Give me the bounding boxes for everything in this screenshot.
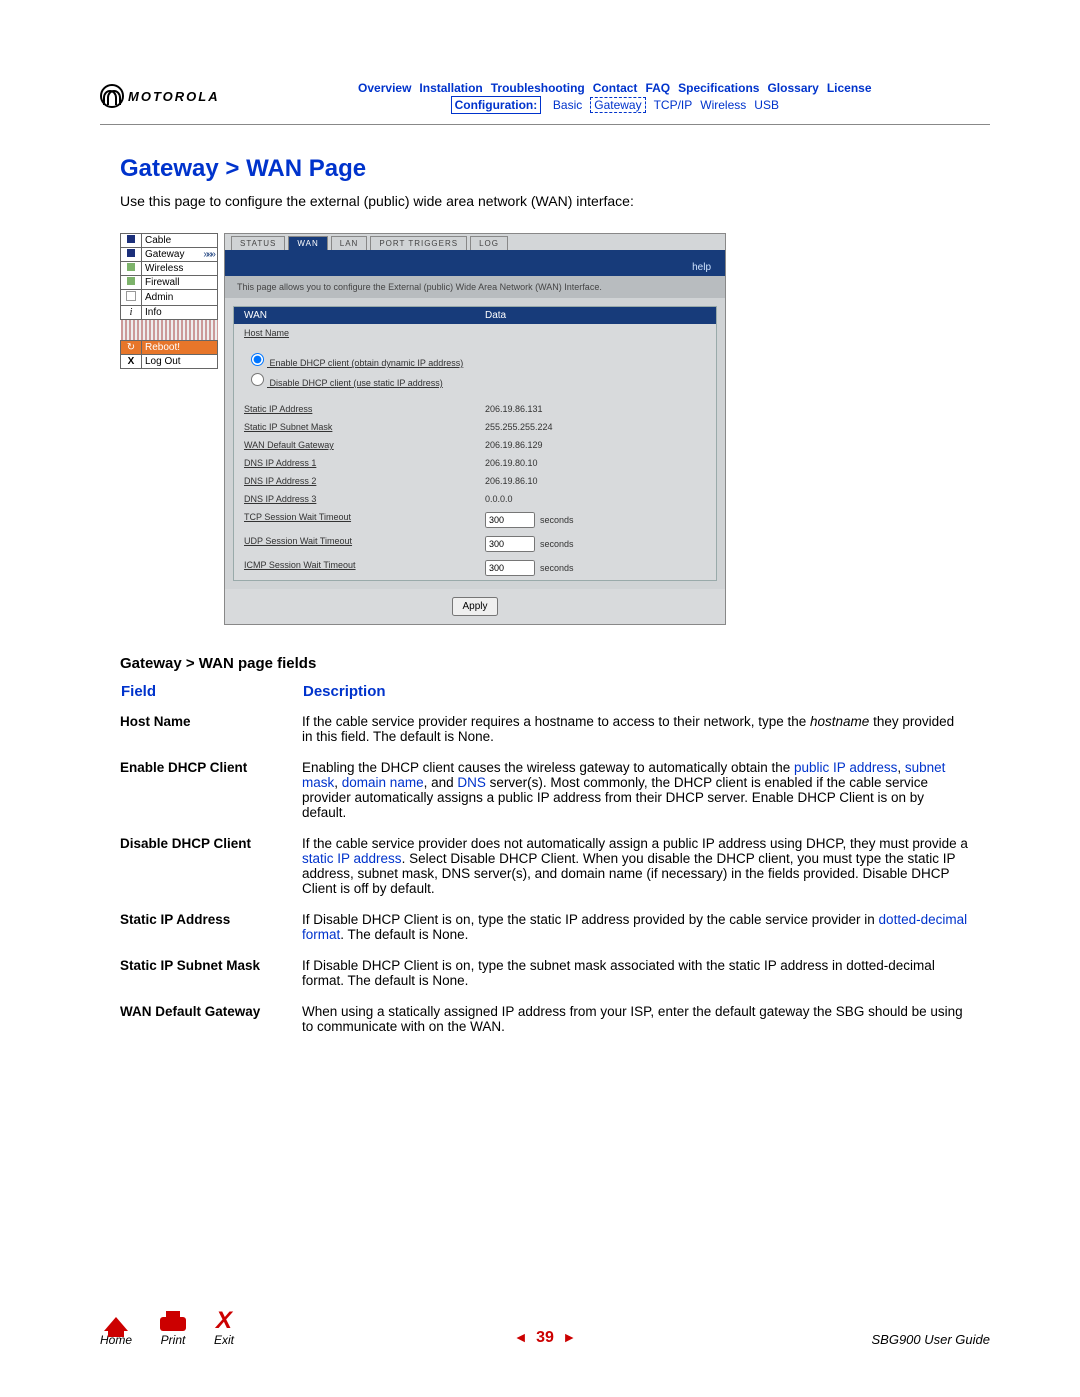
print-icon — [160, 1317, 186, 1331]
apply-button[interactable]: Apply — [452, 597, 497, 616]
next-page-icon[interactable]: ► — [562, 1329, 576, 1345]
nav-specifications[interactable]: Specifications — [678, 81, 759, 95]
field-name: WAN Default Gateway — [120, 998, 302, 1044]
field-desc: If Disable DHCP Client is on, type the s… — [302, 952, 980, 998]
nav-license[interactable]: License — [827, 81, 872, 95]
link-public-ip-address[interactable]: public IP address — [794, 760, 897, 775]
hdr-data: Data — [475, 307, 716, 324]
tab-lan[interactable]: LAN — [331, 236, 368, 250]
tab-log[interactable]: LOG — [470, 236, 508, 250]
radio-enable-dhcp-input[interactable] — [251, 353, 264, 366]
field-desc: If Disable DHCP Client is on, type the s… — [302, 906, 980, 952]
shot-panel: STATUSWANLANPORT TRIGGERSLOG help This p… — [224, 233, 726, 625]
row-tcp-session-wait-timeout: TCP Session Wait Timeout seconds — [234, 508, 716, 532]
th-field: Field — [120, 682, 302, 708]
sidenav-logout[interactable]: XLog Out — [121, 355, 218, 369]
motorola-icon — [100, 84, 124, 108]
input-tcp-session-wait-timeout[interactable] — [485, 512, 535, 528]
shot-help-bar: help — [225, 250, 725, 276]
subnav-gateway[interactable]: Gateway — [590, 97, 645, 113]
nav-faq[interactable]: FAQ — [645, 81, 670, 95]
field-name: Enable DHCP Client — [120, 754, 302, 830]
field-desc: Enabling the DHCP client causes the wire… — [302, 754, 980, 830]
sidenav-info[interactable]: iInfo — [121, 306, 218, 320]
nav-glossary[interactable]: Glossary — [767, 81, 818, 95]
field-name: Host Name — [120, 708, 302, 754]
hdr-wan: WAN — [234, 307, 475, 324]
input-udp-session-wait-timeout[interactable] — [485, 536, 535, 552]
divider — [100, 124, 990, 125]
sidenav-wireless[interactable]: Wireless — [121, 262, 218, 276]
intro-text: Use this page to configure the external … — [120, 193, 990, 209]
subnav-wireless[interactable]: Wireless — [700, 98, 746, 112]
home-icon — [104, 1317, 128, 1331]
shot-desc: This page allows you to configure the Ex… — [225, 276, 725, 298]
tab-port-triggers[interactable]: PORT TRIGGERS — [370, 236, 467, 250]
field-desc: If the cable service provider does not a… — [302, 830, 980, 906]
fields-title: Gateway > WAN page fields — [120, 655, 990, 672]
link-domain-name[interactable]: domain name — [342, 775, 424, 790]
nav-contact[interactable]: Contact — [593, 81, 638, 95]
sidenav-admin[interactable]: Admin — [121, 290, 218, 306]
page-number: 39 — [536, 1329, 554, 1346]
row-icmp-session-wait-timeout: ICMP Session Wait Timeout seconds — [234, 556, 716, 580]
field-name: Static IP Subnet Mask — [120, 952, 302, 998]
nav-config-label: Configuration: — [451, 96, 542, 114]
home-button[interactable]: Home — [100, 1317, 132, 1347]
field-desc: When using a statically assigned IP addr… — [302, 998, 980, 1044]
host-label: Host Name — [234, 324, 475, 342]
shot-tabs: STATUSWAN LANPORT TRIGGERSLOG — [225, 234, 725, 250]
link-dotted-decimal-format[interactable]: dotted-decimal format — [302, 912, 967, 942]
sidenav-cable[interactable]: Cable — [121, 234, 218, 248]
row-wan-default-gateway: WAN Default Gateway206.19.86.129 — [234, 436, 716, 454]
nav-overview[interactable]: Overview — [358, 81, 411, 95]
row-dns-ip-address-3: DNS IP Address 30.0.0.0 — [234, 490, 716, 508]
link-static-ip-address[interactable]: static IP address — [302, 851, 402, 866]
print-button[interactable]: Print — [160, 1317, 186, 1347]
row-dns-ip-address-2: DNS IP Address 2206.19.86.10 — [234, 472, 716, 490]
shot-side-nav: CableGateway»»»WirelessFirewallAdminiInf… — [120, 233, 218, 625]
row-static-ip-subnet-mask: Static IP Subnet Mask255.255.255.224 — [234, 418, 716, 436]
subnav-basic[interactable]: Basic — [553, 98, 582, 112]
tab-status[interactable]: STATUS — [231, 236, 285, 250]
page-title: Gateway > WAN Page — [120, 155, 990, 183]
prev-page-icon[interactable]: ◄ — [514, 1329, 528, 1345]
nav-troubleshooting[interactable]: Troubleshooting — [491, 81, 585, 95]
subnav-tcp-ip[interactable]: TCP/IP — [654, 98, 693, 112]
radio-disable-dhcp-input[interactable] — [251, 373, 264, 386]
logo: MOTOROLA — [100, 84, 220, 108]
link-dns[interactable]: DNS — [457, 775, 486, 790]
guide-label: SBG900 User Guide — [871, 1332, 990, 1347]
row-udp-session-wait-timeout: UDP Session Wait Timeout seconds — [234, 532, 716, 556]
row-static-ip-address: Static IP Address206.19.86.131 — [234, 400, 716, 418]
page-nav: ◄ 39 ► — [510, 1329, 580, 1347]
help-link[interactable]: help — [692, 262, 711, 273]
sidenav-firewall[interactable]: Firewall — [121, 276, 218, 290]
input-icmp-session-wait-timeout[interactable] — [485, 560, 535, 576]
radio-enable-dhcp[interactable]: Enable DHCP client (obtain dynamic IP ad… — [246, 350, 704, 368]
exit-icon: X — [216, 1311, 232, 1331]
nav-installation[interactable]: Installation — [419, 81, 482, 95]
subnav-usb[interactable]: USB — [754, 98, 779, 112]
tab-wan[interactable]: WAN — [288, 236, 327, 250]
field-name: Static IP Address — [120, 906, 302, 952]
exit-button[interactable]: X Exit — [214, 1311, 234, 1347]
sidenav-gateway[interactable]: Gateway»»» — [121, 248, 218, 262]
sidenav-reboot[interactable]: ↻Reboot! — [121, 341, 218, 355]
field-name: Disable DHCP Client — [120, 830, 302, 906]
th-description: Description — [302, 682, 980, 708]
field-desc: If the cable service provider requires a… — [302, 708, 980, 754]
sub-nav: Configuration: Basic Gateway TCP/IP Wireles… — [240, 97, 990, 112]
radio-disable-dhcp[interactable]: Disable DHCP client (use static IP addre… — [246, 370, 704, 388]
top-nav: Overview Installation Troubleshooting Conta… — [240, 80, 990, 95]
brand-text: MOTOROLA — [128, 89, 220, 104]
row-dns-ip-address-1: DNS IP Address 1206.19.80.10 — [234, 454, 716, 472]
